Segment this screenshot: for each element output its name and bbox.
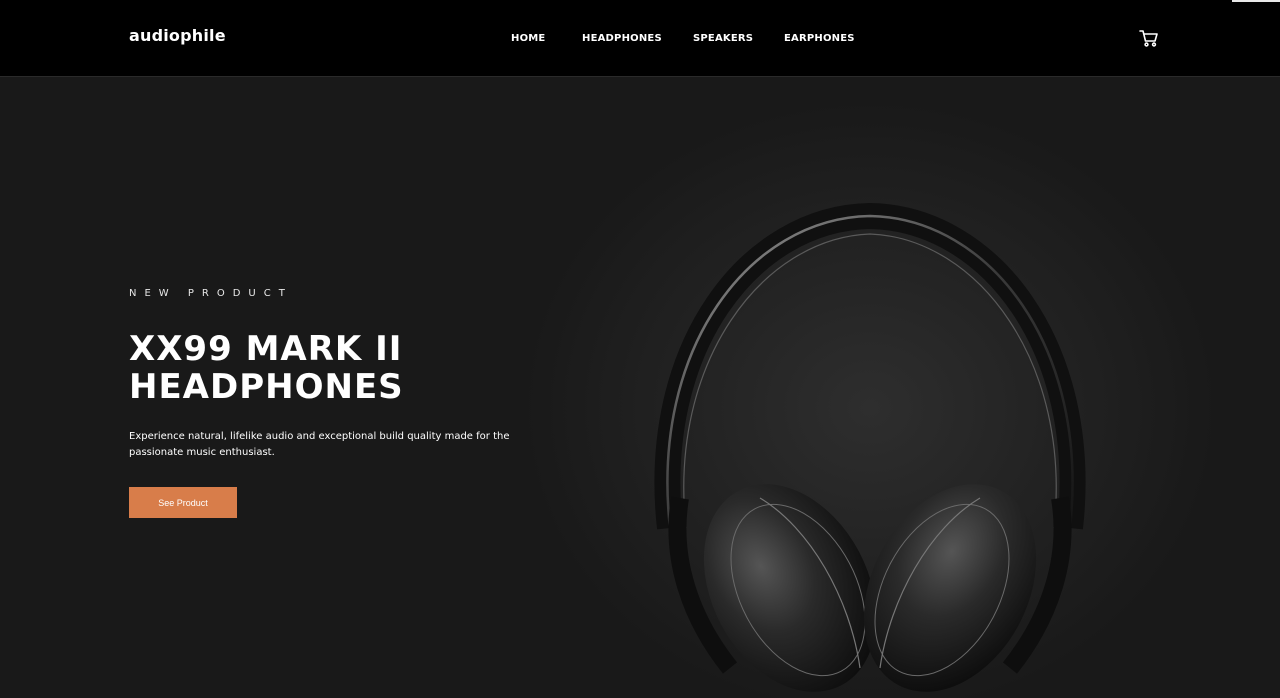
hero-title-line-2: HEADPHONES	[129, 367, 404, 407]
hero-description: Experience natural, lifelike audio and e…	[129, 431, 510, 458]
see-product-button[interactable]: See Product	[129, 487, 237, 518]
hero-title: XX99 MARK II HEADPHONES	[129, 330, 549, 406]
hero-section: NEW PRODUCT XX99 MARK II HEADPHONES Expe…	[0, 78, 1280, 698]
headphones-image	[640, 198, 1100, 698]
hero-overline: NEW PRODUCT	[129, 288, 293, 299]
nav-link-headphones[interactable]: HEADPHONES	[582, 33, 662, 44]
header-corner-line	[1232, 0, 1280, 2]
cart-icon[interactable]	[1139, 28, 1159, 48]
hero-title-line-1: XX99 MARK II	[129, 329, 403, 369]
main-nav: HOME HEADPHONES SPEAKERS EARPHONES	[0, 33, 1280, 47]
nav-link-earphones[interactable]: EARPHONES	[784, 33, 855, 44]
nav-link-home[interactable]: HOME	[511, 33, 545, 44]
nav-link-speakers[interactable]: SPEAKERS	[693, 33, 753, 44]
site-header: audiophile HOME HEADPHONES SPEAKERS EARP…	[0, 0, 1280, 77]
